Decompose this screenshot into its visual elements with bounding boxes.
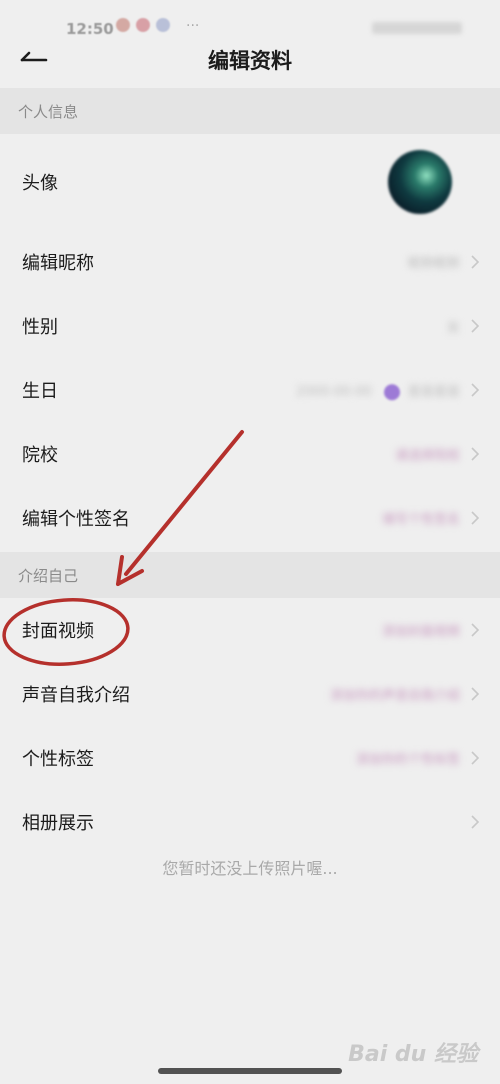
school-row[interactable]: 院校 请选择院校: [0, 422, 500, 486]
gender-value: 女: [446, 320, 460, 336]
row-label: 相册展示: [22, 813, 94, 834]
row-label: 封面视频: [22, 621, 94, 642]
notification-app-icon: [136, 18, 150, 32]
row-label: 头像: [22, 173, 58, 194]
section-header-introduce-yourself: 介绍自己: [0, 552, 500, 598]
row-label: 编辑个性签名: [22, 509, 130, 530]
chevron-right-icon: [471, 319, 480, 333]
birthday-value-group: 2000-00-00 星座星座: [296, 380, 460, 400]
row-label: 院校: [22, 445, 58, 466]
section-title: 个人信息: [18, 103, 79, 121]
chevron-right-icon: [471, 383, 480, 397]
row-label: 编辑昵称: [22, 253, 94, 274]
signature-row[interactable]: 编辑个性签名 填写个性签名: [0, 486, 500, 550]
row-label: 性别: [22, 317, 58, 338]
chevron-right-icon: [471, 815, 480, 829]
album-row[interactable]: 相册展示: [0, 790, 500, 854]
album-empty-hint: 您暂时还没上传照片喔...: [162, 859, 338, 878]
chevron-right-icon: [471, 511, 480, 525]
avatar[interactable]: [388, 150, 452, 214]
chevron-right-icon: [471, 751, 480, 765]
voice-intro-value: 添加你的声音自我介绍: [329, 688, 460, 704]
chevron-right-icon: [471, 623, 480, 637]
signature-value: 填写个性签名: [381, 512, 460, 528]
zodiac-sign: 星座星座: [407, 384, 460, 400]
row-label: 个性标签: [22, 749, 94, 770]
nickname-value: 昵称昵称: [407, 256, 460, 272]
section-title: 介绍自己: [18, 567, 79, 585]
personal-tags-value: 添加你的个性标签: [355, 752, 460, 768]
section-header-personal-info: 个人信息: [0, 88, 500, 134]
notification-app-icon: [156, 18, 170, 32]
row-label: 生日: [22, 381, 58, 402]
cover-video-row[interactable]: 封面视频 添加封面视频: [0, 598, 500, 662]
voice-intro-row[interactable]: 声音自我介绍 添加你的声音自我介绍: [0, 662, 500, 726]
notification-app-icon: [116, 18, 130, 32]
school-value: 请选择院校: [394, 448, 460, 464]
chevron-right-icon: [471, 255, 480, 269]
chevron-right-icon: [471, 687, 480, 701]
baidu-watermark: Bai du 经验: [348, 1042, 478, 1067]
chevron-right-icon: [471, 447, 480, 461]
page-title: 编辑资料: [208, 49, 292, 73]
personal-tags-row[interactable]: 个性标签 添加你的个性标签: [0, 726, 500, 790]
cover-video-value: 添加封面视频: [381, 624, 460, 640]
zodiac-icon: [383, 383, 400, 400]
nickname-row[interactable]: 编辑昵称 昵称昵称: [0, 230, 500, 294]
row-label: 声音自我介绍: [22, 685, 130, 706]
nav-bar: 编辑资料: [0, 32, 500, 88]
home-indicator[interactable]: [158, 1068, 342, 1074]
birthday-date: 2000-00-00: [296, 384, 372, 400]
gender-row[interactable]: 性别 女: [0, 294, 500, 358]
birthday-row[interactable]: 生日 2000-00-00 星座星座: [0, 358, 500, 422]
